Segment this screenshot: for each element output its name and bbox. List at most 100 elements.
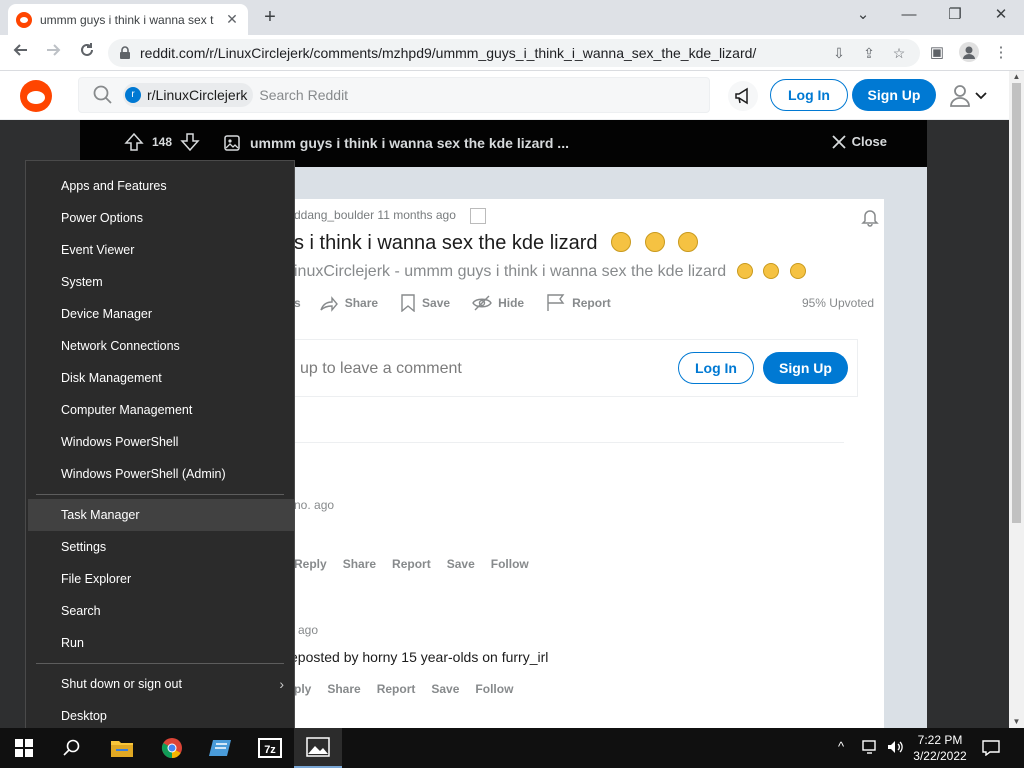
address-bar[interactable]: reddit.com/r/LinuxCirclejerk/comments/mz… (108, 39, 920, 67)
scrollbar-thumb[interactable] (1012, 83, 1021, 523)
menu-item-shut-down-or-sign-out[interactable]: Shut down or sign out › (28, 668, 294, 700)
comment-reply-button[interactable]: Reply (294, 557, 327, 571)
post-subtitle: inuxCirclejerk - ummm guys i think i wan… (294, 263, 806, 281)
reload-icon (81, 43, 93, 56)
comments-label-fragment[interactable]: s (294, 296, 301, 310)
user-menu-icon[interactable] (948, 83, 990, 109)
reddit-search-box[interactable]: r r/LinuxCirclejerk Search Reddit (78, 77, 710, 113)
menu-item-windows-powershell-admin[interactable]: Windows PowerShell (Admin) (28, 458, 294, 490)
close-post-button[interactable]: Close (831, 134, 887, 149)
scroll-up-arrow-icon[interactable]: ▲ (1009, 71, 1024, 83)
close-icon (831, 134, 846, 149)
header-login-button[interactable]: Log In (770, 79, 848, 111)
flushed-emoji-icon (678, 232, 699, 252)
scroll-down-arrow-icon[interactable]: ▼ (1009, 716, 1024, 728)
menu-item-system[interactable]: System (28, 266, 294, 298)
back-button[interactable] (8, 40, 34, 66)
comment-follow-button[interactable]: Follow (491, 557, 529, 571)
taskbar-app-blue[interactable] (196, 728, 244, 768)
comment-follow-button[interactable]: Follow (475, 682, 513, 696)
share-icon[interactable]: ⇪ (858, 45, 880, 62)
menu-item-windows-powershell[interactable]: Windows PowerShell (28, 426, 294, 458)
taskbar-chrome[interactable] (148, 728, 196, 768)
search-input[interactable]: Search Reddit (259, 87, 348, 103)
browser-tab[interactable]: ummm guys i think i wanna sex t ✕ (8, 4, 248, 35)
menu-item-settings[interactable]: Settings (28, 531, 294, 563)
flushed-emoji-icon (789, 263, 806, 279)
new-tab-button[interactable]: + (260, 6, 280, 28)
menu-item-search[interactable]: Search (28, 595, 294, 627)
flushed-emoji-icon (644, 232, 665, 252)
window-close-button[interactable]: ✕ (978, 0, 1024, 32)
taskbar-file-explorer[interactable] (98, 728, 146, 768)
menu-item-disk-management[interactable]: Disk Management (28, 362, 294, 394)
advertise-megaphone-icon[interactable] (728, 81, 758, 111)
share-button[interactable]: Share (319, 294, 378, 312)
reddit-header: r r/LinuxCirclejerk Search Reddit Log In… (0, 71, 1009, 120)
volume-icon[interactable] (886, 739, 904, 755)
save-button[interactable]: Save (400, 294, 450, 312)
menu-item-network-connections[interactable]: Network Connections (28, 330, 294, 362)
bookmark-star-icon[interactable]: ☆ (888, 45, 910, 62)
submenu-chevron-icon: › (279, 676, 284, 692)
comment-reply-button[interactable]: ply (294, 682, 311, 696)
tab-close-icon[interactable]: ✕ (224, 11, 240, 28)
post-actions: s Share Save Hide Report 95% Upvoted (294, 292, 874, 314)
window-restore-button[interactable]: ❐ (932, 0, 978, 32)
taskbar-clock[interactable]: 7:22 PM 3/22/2022 (910, 732, 970, 764)
search-icon (93, 85, 112, 104)
comment-share-button[interactable]: Share (343, 557, 376, 571)
comment-report-button[interactable]: Report (392, 557, 431, 571)
subreddit-search-chip[interactable]: r r/LinuxCirclejerk (123, 83, 254, 107)
menu-item-apps-and-features[interactable]: Apps and Features (28, 170, 294, 202)
menu-item-file-explorer[interactable]: File Explorer (28, 563, 294, 595)
image-post-icon (224, 135, 240, 151)
taskbar-photos[interactable] (294, 728, 342, 768)
clock-time: 7:22 PM (917, 733, 963, 747)
broken-image-icon (470, 208, 486, 224)
notification-bell-icon[interactable] (860, 207, 880, 227)
install-app-icon[interactable]: ⇩ (828, 45, 850, 62)
network-icon[interactable] (862, 739, 880, 755)
upvote-arrow-icon[interactable] (124, 132, 144, 152)
menu-item-event-viewer[interactable]: Event Viewer (28, 234, 294, 266)
hide-button[interactable]: Hide (472, 295, 524, 311)
reddit-logo-icon[interactable] (20, 80, 52, 112)
forward-arrow-icon (47, 44, 61, 56)
menu-item-run[interactable]: Run (28, 627, 294, 659)
forward-button[interactable] (40, 40, 66, 66)
url-text: reddit.com/r/LinuxCirclejerk/comments/mz… (140, 45, 757, 61)
comment-report-button[interactable]: Report (377, 682, 416, 696)
menu-item-device-manager[interactable]: Device Manager (28, 298, 294, 330)
header-signup-button[interactable]: Sign Up (852, 79, 936, 111)
comment-save-button[interactable]: Save (447, 557, 475, 571)
taskbar-7zip[interactable]: 7z (246, 728, 294, 768)
clock-date: 3/22/2022 (913, 749, 967, 763)
action-center-icon[interactable] (982, 740, 1000, 756)
comment-body: eposted by horny 15 year-olds on furry_i… (290, 649, 549, 665)
lock-icon (120, 46, 130, 59)
comment-save-button[interactable]: Save (431, 682, 459, 696)
downvote-arrow-icon[interactable] (180, 132, 200, 152)
menu-item-computer-management[interactable]: Computer Management (28, 394, 294, 426)
menu-item-power-options[interactable]: Power Options (28, 202, 294, 234)
start-button[interactable] (0, 728, 48, 768)
chrome-icon (161, 738, 182, 759)
profile-avatar-icon[interactable] (958, 42, 980, 64)
tray-chevron-icon[interactable]: ^ (838, 739, 844, 754)
reload-button[interactable] (74, 40, 100, 66)
browser-toolbar: reddit.com/r/LinuxCirclejerk/comments/mz… (0, 35, 1024, 71)
window-minimize-button[interactable]: — (886, 0, 932, 32)
post-bar-title: ummm guys i think i wanna sex the kde li… (250, 135, 569, 151)
side-panel-icon[interactable]: ▣ (926, 42, 948, 64)
save-label: Save (422, 296, 451, 310)
comment-signup-button[interactable]: Sign Up (763, 352, 848, 384)
browser-menu-icon[interactable]: ⋮ (990, 42, 1012, 64)
comment-login-button[interactable]: Log In (678, 352, 754, 384)
taskbar-search-button[interactable] (48, 728, 96, 768)
page-scrollbar[interactable]: ▲ ▼ (1009, 71, 1024, 728)
tab-search-icon[interactable]: ⌄ (840, 0, 886, 32)
menu-item-task-manager[interactable]: Task Manager (28, 499, 294, 531)
comment-share-button[interactable]: Share (327, 682, 360, 696)
report-button[interactable]: Report (546, 294, 611, 312)
